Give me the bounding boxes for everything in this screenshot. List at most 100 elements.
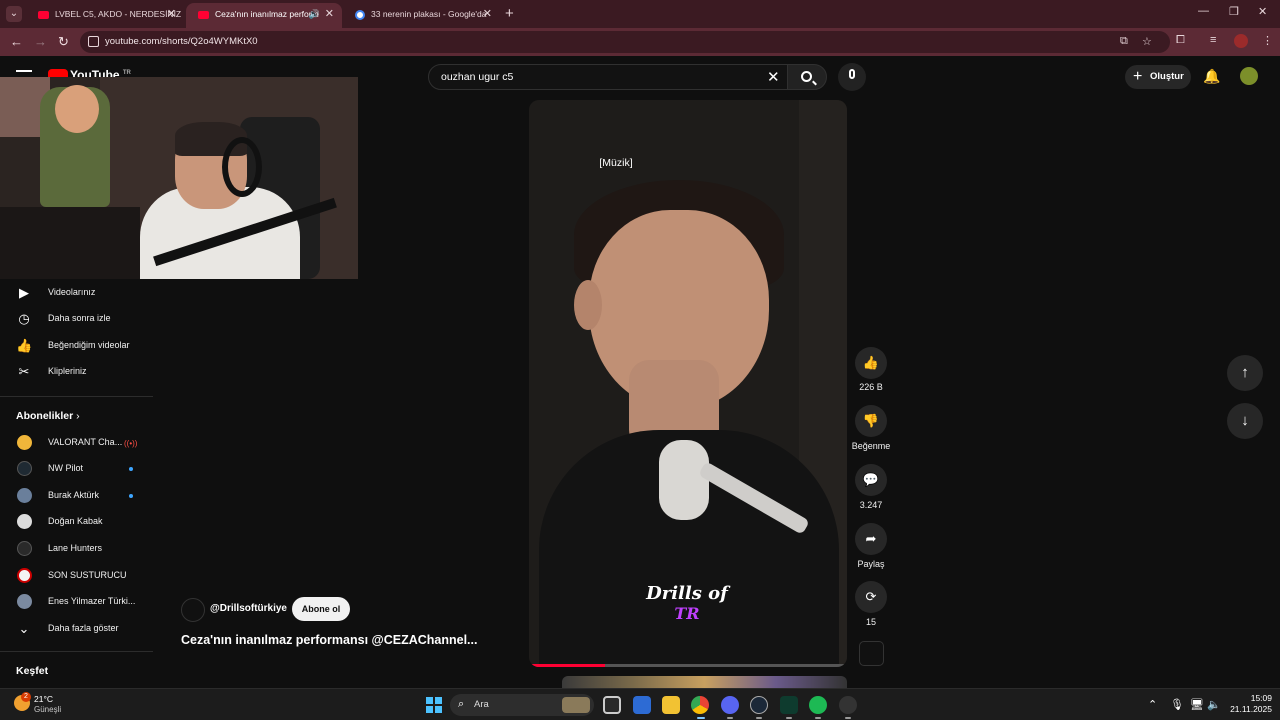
- remix-count: 15: [865, 617, 876, 627]
- subscription-label: Lane Hunters: [48, 543, 103, 553]
- taskbar-search[interactable]: ⌕ Ara: [450, 694, 594, 716]
- tray-chevron-icon[interactable]: ⌃: [1148, 698, 1157, 711]
- browser-toolbar: ← → ↻ youtube.com/shorts/Q2o4WYMKtX0 ⧉ ☆: [0, 28, 1280, 56]
- next-short-button[interactable]: ↓: [1227, 403, 1263, 439]
- browser-tab[interactable]: LVBEL C5, AKDO - NERDESİNİZ ✕: [26, 3, 184, 28]
- browser-tab-bar: ⌄ LVBEL C5, AKDO - NERDESİNİZ ✕ Ceza'nın…: [0, 0, 1280, 28]
- subscription-item[interactable]: Burak Aktürk: [0, 483, 153, 509]
- terminal-icon[interactable]: [780, 696, 798, 714]
- show-more-button[interactable]: ⌄ Daha fazla göster: [0, 616, 153, 642]
- video-person-ear: [574, 280, 602, 330]
- url-text: youtube.com/shorts/Q2o4WYMKtX0: [105, 36, 258, 47]
- taskbar-clock[interactable]: 15:09 21.11.2025: [1222, 693, 1272, 715]
- subscription-label: Enes Yilmazer Türki...: [48, 596, 136, 606]
- close-tab-icon[interactable]: ✕: [325, 3, 334, 25]
- webcam-figure-head: [55, 85, 99, 133]
- microphone-icon[interactable]: 🎙: [1170, 698, 1184, 711]
- cast-icon[interactable]: ⧉: [1120, 35, 1128, 48]
- create-label: Oluştur: [1150, 71, 1184, 82]
- close-tab-icon[interactable]: ✕: [167, 3, 176, 25]
- close-window-icon[interactable]: ✕: [1258, 5, 1267, 18]
- search-input[interactable]: ouzhan ugur c5 ✕: [428, 64, 790, 90]
- discord-icon[interactable]: [721, 696, 739, 714]
- forward-icon[interactable]: →: [34, 34, 47, 49]
- channel-name[interactable]: @Drillsoftürkiye: [210, 603, 287, 614]
- account-avatar[interactable]: [1240, 67, 1258, 85]
- active-app-indicator: [697, 717, 705, 719]
- weather-temperature[interactable]: 21°C: [34, 694, 53, 704]
- volume-icon[interactable]: 🔈: [1207, 698, 1221, 711]
- speaker-icon[interactable]: 🔊: [309, 3, 320, 25]
- chevron-right-icon: ›: [76, 410, 80, 422]
- plus-icon: +: [1133, 68, 1143, 85]
- app-icon[interactable]: [839, 696, 857, 714]
- share-arrow-icon: ➦: [865, 531, 877, 546]
- back-icon[interactable]: ←: [10, 34, 23, 49]
- subscription-item[interactable]: Enes Yilmazer Türki...: [0, 589, 153, 615]
- browser-tab[interactable]: 33 nerenin plakası - Google'da ✕: [343, 3, 500, 28]
- windows-start-icon[interactable]: [426, 697, 442, 713]
- shorts-video-player[interactable]: [Müzik] Drills of TR: [529, 100, 847, 667]
- search-button[interactable]: [787, 64, 827, 90]
- subscription-item[interactable]: NW Pilot: [0, 456, 153, 482]
- task-view-icon[interactable]: [603, 696, 621, 714]
- bookmark-star-icon[interactable]: ☆: [1142, 35, 1152, 48]
- weather-description: Güneşli: [34, 705, 62, 714]
- create-button[interactable]: + Oluştur: [1125, 65, 1191, 89]
- close-tab-icon[interactable]: ✕: [483, 3, 492, 25]
- reload-icon[interactable]: ↻: [58, 34, 69, 50]
- clear-search-icon[interactable]: ✕: [767, 68, 780, 86]
- previous-short-button[interactable]: ↑: [1227, 355, 1263, 391]
- sidebar-item-liked-videos[interactable]: 👍 Beğendiğim videolar: [0, 333, 153, 359]
- subscription-item[interactable]: Lane Hunters: [0, 536, 153, 562]
- sidebar-item-label: Klipleriniz: [48, 366, 87, 376]
- sound-thumbnail[interactable]: [859, 641, 884, 666]
- channel-avatar[interactable]: [181, 598, 205, 622]
- microphone-icon: [849, 69, 855, 79]
- video-progress-bar[interactable]: [529, 664, 847, 667]
- video-progress-fill: [529, 664, 606, 667]
- clock-time: 15:09: [1250, 693, 1272, 703]
- windows-taskbar: 2 21°C Güneşli ⌕ Ara ⌃ 🎙 🖥 🔈 15:09 21.11…: [0, 688, 1280, 720]
- subscription-item[interactable]: Doğan Kabak: [0, 509, 153, 535]
- sidebar-item-your-videos[interactable]: ▶ Videolarınız: [0, 280, 153, 306]
- like-count: 226 B: [859, 382, 883, 392]
- short-title[interactable]: Ceza'nın inanılmaz performansı @CEZAChan…: [181, 633, 477, 647]
- chrome-icon[interactable]: [691, 696, 709, 714]
- notifications-bell-icon[interactable]: 🔔: [1203, 68, 1220, 85]
- store-icon[interactable]: [633, 696, 651, 714]
- new-tab-button[interactable]: +: [505, 5, 514, 22]
- voice-search-button[interactable]: [838, 63, 866, 91]
- weather-badge: 2: [21, 692, 31, 702]
- like-button[interactable]: 👍: [855, 347, 887, 379]
- video-watermark: Drills of TR: [627, 584, 747, 624]
- remix-button[interactable]: ⟳: [855, 581, 887, 613]
- share-button[interactable]: ➦: [855, 523, 887, 555]
- file-explorer-icon[interactable]: [662, 696, 680, 714]
- steam-icon[interactable]: [750, 696, 768, 714]
- browser-profile-avatar[interactable]: [1234, 34, 1248, 48]
- browser-tab-active[interactable]: Ceza'nın inanılmaz perform 🔊 ✕: [186, 3, 342, 28]
- sidebar-item-clips[interactable]: ✂ Klipleriniz: [0, 359, 153, 385]
- dislike-button[interactable]: 👎: [855, 405, 887, 437]
- minimize-icon[interactable]: —: [1198, 5, 1209, 17]
- restore-icon[interactable]: ❐: [1229, 5, 1239, 18]
- subscription-item[interactable]: VALORANT Cha... ((•)): [0, 430, 153, 456]
- subscription-item[interactable]: SON SUSTURUCU: [0, 563, 153, 589]
- next-short-preview[interactable]: [562, 676, 847, 688]
- sidebar-item-watch-later[interactable]: ◷ Daha sonra izle: [0, 306, 153, 332]
- address-bar[interactable]: youtube.com/shorts/Q2o4WYMKtX0 ⧉ ☆: [80, 31, 1170, 53]
- subscriptions-heading[interactable]: Abonelikler ›: [16, 410, 80, 422]
- comments-button[interactable]: 💬: [855, 464, 887, 496]
- tab-search-button[interactable]: ⌄: [6, 6, 22, 22]
- new-content-dot: [129, 494, 133, 498]
- channel-avatar: [17, 514, 32, 529]
- site-info-icon[interactable]: [88, 36, 99, 47]
- extensions-icon[interactable]: ⧠: [1176, 34, 1185, 47]
- network-icon[interactable]: 🖥: [1190, 698, 1204, 711]
- spotify-icon[interactable]: [809, 696, 827, 714]
- media-control-icon[interactable]: ≡: [1210, 34, 1216, 46]
- subscribe-button[interactable]: Abone ol: [292, 597, 350, 621]
- comment-icon: 💬: [862, 472, 880, 487]
- browser-menu-icon[interactable]: ⋮: [1262, 34, 1273, 47]
